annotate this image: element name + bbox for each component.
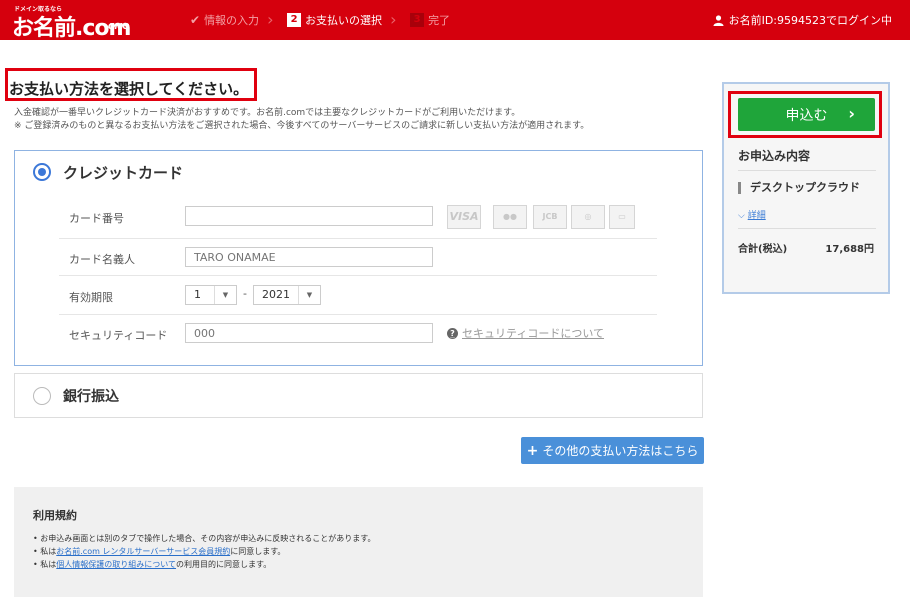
security-code-help-link[interactable]: ? セキュリティコードについて xyxy=(447,325,604,341)
jcb-logo: JCB xyxy=(533,205,567,229)
credit-card-radio[interactable] xyxy=(33,163,51,181)
apply-label: 申込む xyxy=(785,107,828,124)
step-number: 3 xyxy=(410,13,425,27)
card-number-label: カード番号 xyxy=(69,212,124,225)
detail-link[interactable]: ⌵ 詳細 xyxy=(738,208,766,221)
progress-steps: ✔ 情報の入力 › 2 お支払いの選択 › 3 完了 xyxy=(190,11,456,29)
terms-item-text: 私は xyxy=(40,560,57,569)
other-payment-methods-button[interactable]: + その他の支払い方法はこちら xyxy=(521,437,704,464)
security-code-help-text: セキュリティコードについて xyxy=(462,327,605,340)
chevron-right-icon: › xyxy=(267,10,274,29)
terms-item-text: お申込み画面とは別のタブで操作した場合、その内容が申込みに反映されることがありま… xyxy=(40,534,376,543)
card-holder-input[interactable] xyxy=(185,247,433,267)
plus-icon: + xyxy=(526,442,539,459)
chevron-right-icon: › xyxy=(390,10,397,29)
check-icon: ✔ xyxy=(190,13,201,27)
bank-transfer-label[interactable]: 銀行振込 xyxy=(63,386,119,406)
diners-logo: ◎ xyxy=(571,205,605,229)
user-id-text: お名前ID:9594523でログイン中 xyxy=(728,14,892,27)
bank-transfer-radio[interactable] xyxy=(33,387,51,405)
total-label: 合計(税込) xyxy=(738,244,788,255)
terms-item-text: 私は xyxy=(40,547,57,556)
terms-item: • お申込み画面とは別のタブで操作した場合、その内容が申込みに反映されることがあ… xyxy=(33,534,376,543)
question-icon: ? xyxy=(447,327,458,339)
terms-item: • 私は個人情報保護の取り組みについての利用目的に同意します。 xyxy=(33,560,272,569)
row-divider xyxy=(59,238,657,239)
security-code-input[interactable] xyxy=(185,323,433,343)
terms-item-text: の利用目的に同意します。 xyxy=(176,560,272,569)
expiry-year-select[interactable]: 2021 ▼ xyxy=(253,285,321,305)
divider xyxy=(738,170,876,171)
step-complete: 3 完了 xyxy=(410,12,450,28)
row-divider xyxy=(59,275,657,276)
product-name: デスクトップクラウド xyxy=(738,182,860,194)
user-login-status[interactable]: お名前ID:9594523でログイン中 xyxy=(713,12,892,28)
member-terms-link[interactable]: お名前.com レンタルサーバーサービス会員規約 xyxy=(56,547,230,556)
page-title: お支払い方法を選択してください。 xyxy=(9,80,249,98)
expiry-separator: - xyxy=(243,287,247,300)
privacy-policy-link[interactable]: 個人情報保護の取り組みについて xyxy=(56,560,176,569)
caret-down-icon: ▼ xyxy=(298,286,320,304)
payment-note: 入金確認が一番早いクレジットカード決済がおすすめです。お名前.comでは主要なク… xyxy=(14,108,521,118)
expiry-year-value: 2021 xyxy=(262,288,290,301)
payment-warning-note: ※ ご登録済みのものと異なるお支払い方法をご選択された場合、今後すべてのサーバー… xyxy=(14,121,590,131)
step-label: 完了 xyxy=(428,14,451,27)
terms-title: 利用規約 xyxy=(33,509,77,522)
logo-suffix: GMO xyxy=(108,22,130,31)
order-title: お申込み内容 xyxy=(738,149,811,163)
expiry-label: 有効期限 xyxy=(69,291,113,304)
card-number-input[interactable] xyxy=(185,206,433,226)
security-code-label: セキュリティコード xyxy=(69,329,168,342)
header-bar: ドメイン取るなら お名前.com GMO ✔ 情報の入力 › 2 お支払いの選択… xyxy=(0,0,910,41)
bank-transfer-panel[interactable]: 銀行振込 xyxy=(14,373,703,418)
divider xyxy=(738,228,876,229)
terms-item-text: に同意します。 xyxy=(230,547,286,556)
onamae-logo[interactable]: ドメイン取るなら お名前.com GMO xyxy=(12,4,142,41)
amex-logo: ▭ xyxy=(609,205,635,229)
mastercard-logo: ●● xyxy=(493,205,527,229)
card-holder-label: カード名義人 xyxy=(69,253,135,266)
chevron-right-icon: › xyxy=(848,104,855,123)
caret-down-icon: ▼ xyxy=(214,286,236,304)
apply-button[interactable]: 申込む › xyxy=(738,98,875,131)
step-payment: 2 お支払いの選択 xyxy=(287,12,382,28)
terms-item: • 私はお名前.com レンタルサーバーサービス会員規約に同意します。 xyxy=(33,547,286,556)
step-label: お支払いの選択 xyxy=(305,14,383,27)
user-icon xyxy=(713,14,724,26)
step-label: 情報の入力 xyxy=(204,14,260,27)
expiry-month-select[interactable]: 1 ▼ xyxy=(185,285,237,305)
step-number: 2 xyxy=(287,13,302,27)
credit-card-label[interactable]: クレジットカード xyxy=(63,162,183,183)
total-value: 17,688円 xyxy=(825,244,874,255)
visa-logo: VISA xyxy=(447,205,481,229)
row-divider xyxy=(59,314,657,315)
terms-section: 利用規約 • お申込み画面とは別のタブで操作した場合、その内容が申込みに反映され… xyxy=(14,487,703,597)
detail-link-text: 詳細 xyxy=(747,211,766,221)
step-input: ✔ 情報の入力 xyxy=(190,12,259,28)
credit-card-panel: クレジットカード カード番号 VISA ●● JCB ◎ ▭ カード名義人 有効… xyxy=(14,150,703,366)
expiry-month-value: 1 xyxy=(194,288,201,301)
other-payment-label: その他の支払い方法はこちら xyxy=(542,444,699,458)
